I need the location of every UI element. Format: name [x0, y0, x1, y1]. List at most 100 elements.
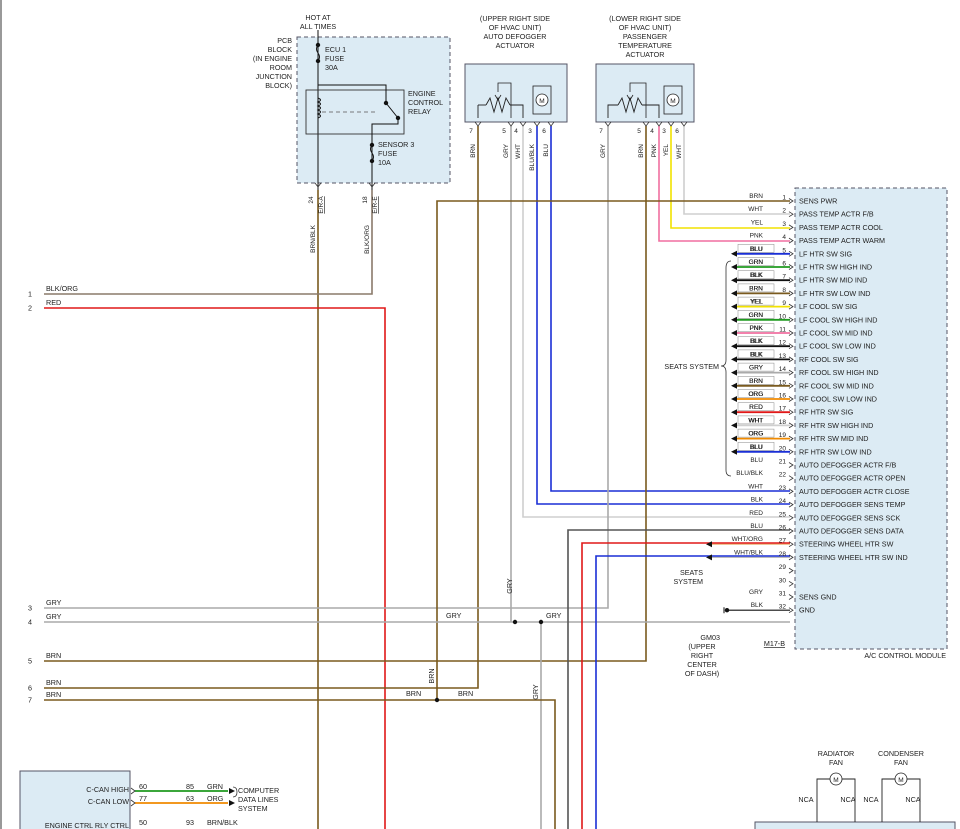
- seats-system-label: SYSTEM: [673, 577, 703, 586]
- pin-chevron: [604, 121, 612, 127]
- wire-pnk-temp-4: [658, 126, 790, 242]
- module-pin-label: STEERING WHEEL HTR SW: [799, 540, 894, 549]
- hot-at-all-times: HOT AT: [305, 13, 331, 22]
- left-wire-color: BLK/ORG: [46, 284, 78, 293]
- pin-chevron: [519, 121, 527, 127]
- seats-system-label: SEATS: [680, 568, 703, 577]
- left-wire-number: 5: [28, 657, 32, 666]
- fan-label: CONDENSER: [878, 749, 924, 758]
- wire-label: BRN: [427, 668, 436, 683]
- defogger-pin-number: 5: [502, 128, 506, 135]
- module-pin-label: LF COOL SW HIGH IND: [799, 315, 877, 324]
- module-pin-number: 18: [779, 419, 787, 426]
- module-pin-color: BLU: [750, 444, 763, 451]
- pcb-pin-connector: E/R-E: [372, 196, 379, 214]
- module-pin-color: BRN: [749, 193, 763, 200]
- module-pin-color: RED: [749, 510, 763, 517]
- connector-arrow: [731, 290, 737, 297]
- temp-pin-number: 3: [662, 128, 666, 135]
- ecm-pin-number: 85: [186, 782, 194, 791]
- module-pin-label: RF COOL SW SIG: [799, 355, 859, 364]
- ecm-pin-number: 63: [186, 794, 194, 803]
- module-name: A/C CONTROL MODULE: [864, 651, 946, 660]
- connector-arrow: [731, 448, 737, 455]
- wire-blu-sens-data: [595, 555, 790, 829]
- module-pin-number: 7: [782, 274, 786, 281]
- module-pin-number: 8: [782, 287, 786, 294]
- temp-actuator-title: PASSENGER: [623, 32, 667, 41]
- wire-brn-temp-5: [44, 126, 647, 662]
- module-pin-number: 14: [779, 366, 787, 373]
- temp-pin-wire: WHT: [676, 144, 683, 159]
- pin-chevron: [788, 475, 794, 482]
- fan-label: FAN: [894, 758, 908, 767]
- left-wire-color: BRN: [46, 690, 61, 699]
- module-pin-number: 1: [782, 195, 786, 202]
- defogger-pin-number: 4: [514, 128, 518, 135]
- module-pin-label: LF COOL SW MID IND: [799, 329, 873, 338]
- module-pin-number: 28: [779, 551, 787, 558]
- pin-chevron: [130, 799, 136, 807]
- module-pin-number: 4: [782, 234, 786, 241]
- module-pin-number: 13: [779, 353, 787, 360]
- module-pin-color: BLK: [750, 351, 763, 358]
- left-wire-number: 7: [28, 696, 32, 705]
- module-pin-color: WHT/BLK: [734, 549, 764, 556]
- module-pin-color: BLK: [750, 272, 763, 279]
- module-pin-number: 31: [779, 591, 787, 598]
- module-pin-color: WHT: [748, 483, 763, 490]
- module-pin-color: BRN: [749, 285, 763, 292]
- module-pin-number: 25: [779, 511, 787, 518]
- splice-dot: [724, 608, 730, 613]
- module-pin-label: LF HTR SW SIG: [799, 249, 853, 258]
- defogger-title: (UPPER RIGHT SIDE: [480, 14, 550, 23]
- wire-label: GRY: [505, 578, 514, 594]
- module-pin-color: BLU: [750, 246, 763, 253]
- module-pin-color: BLU: [750, 523, 763, 530]
- ecm-pin-label: C-CAN LOW: [88, 797, 129, 806]
- module-pin-color: BLK: [751, 602, 764, 609]
- module-pin-label: AUTO DEFOGGER ACTR CLOSE: [799, 487, 910, 496]
- module-pin-label: RF COOL SW HIGH IND: [799, 368, 879, 377]
- ecu1-fuse-label: FUSE: [325, 54, 344, 63]
- temp-actuator-title: OF HVAC UNIT): [619, 23, 672, 32]
- module-pin-label: RF HTR SW MID IND: [799, 434, 868, 443]
- module-pin-number: 3: [782, 221, 786, 228]
- module-pin-label: RF HTR SW SIG: [799, 408, 854, 417]
- fan-motor-symbol: M: [833, 777, 838, 784]
- module-pin-color: RED: [749, 404, 763, 411]
- fan-nca-label: NCA: [798, 795, 813, 804]
- module-pin-label: RF HTR SW HIGH IND: [799, 421, 873, 430]
- left-wire-number: 6: [28, 684, 32, 693]
- connector-arrow: [731, 277, 737, 284]
- splice-dot: [512, 619, 518, 625]
- hot-at-all-times: ALL TIMES: [300, 22, 337, 31]
- module-pin-label: AUTO DEFOGGER SENS DATA: [799, 527, 904, 536]
- wire-brn-defog-7: [44, 126, 479, 689]
- pcb-pin-wire: BRN/BLK: [310, 224, 317, 252]
- connector-arrow: [731, 409, 737, 416]
- temp-pin-wire: GRY: [600, 143, 607, 158]
- sensor3-fuse-label: 10A: [378, 158, 391, 167]
- pcb-block-label: JUNCTION: [256, 72, 292, 81]
- temp-actuator-box: [595, 63, 695, 123]
- fan-motor-symbol: M: [898, 777, 903, 784]
- defogger-pin-wire: BLU/BLK: [529, 143, 536, 170]
- ecu1-fuse-label: ECU 1: [325, 45, 346, 54]
- fan-trace: [816, 778, 830, 822]
- module-pin-color: ORG: [749, 391, 764, 398]
- wiring-diagram: 1 BRN SENS PWR 2 WHT PASS TEMP ACTR F/B 3 YEL PA…: [0, 0, 956, 829]
- module-pin-label: AUTO DEFOGGER ACTR OPEN: [799, 474, 906, 483]
- splice-dot: [538, 619, 544, 625]
- left-wire-number: 1: [28, 290, 32, 299]
- fan-label: RADIATOR: [818, 749, 854, 758]
- defogger-pin-wire: WHT: [515, 144, 522, 159]
- module-pin-label: STEERING WHEEL HTR SW IND: [799, 553, 908, 562]
- fan-trace: [881, 778, 895, 822]
- fan-module-box: [754, 821, 956, 829]
- computer-data-lines-label: DATA LINES: [238, 795, 279, 804]
- module-pin-label: LF COOL SW LOW IND: [799, 342, 876, 351]
- sensor3-fuse-label: SENSOR 3: [378, 140, 414, 149]
- fan-nca-label: NCA: [905, 795, 920, 804]
- module-pin-label: PASS TEMP ACTR COOL: [799, 223, 883, 232]
